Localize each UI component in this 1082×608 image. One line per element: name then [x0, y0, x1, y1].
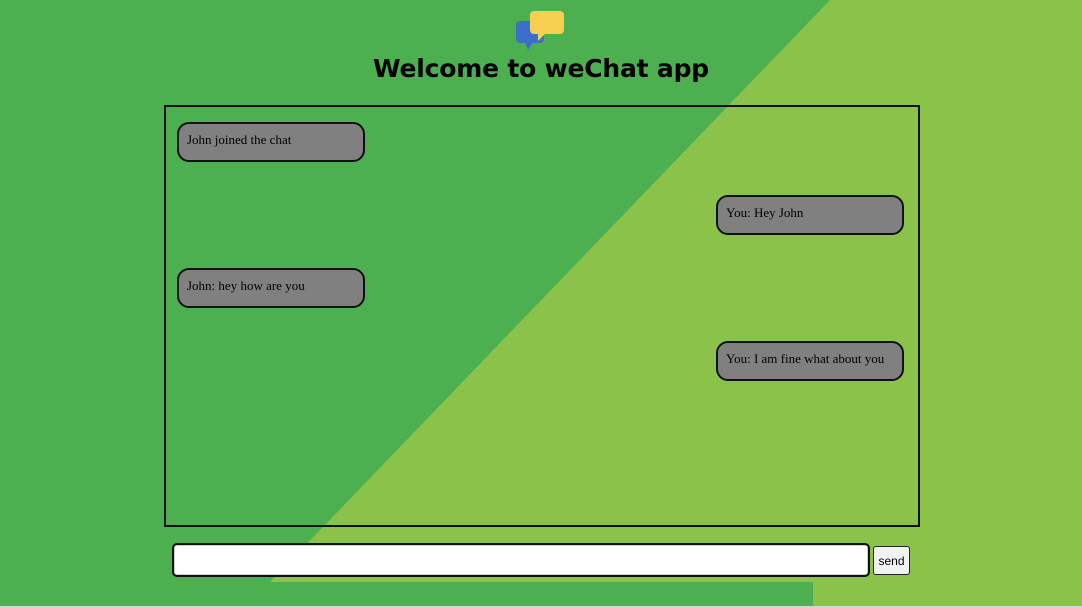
message-input[interactable]: [172, 543, 870, 577]
chat-message-left: John: hey how are you: [177, 268, 365, 308]
chat-message-right: You: I am fine what about you: [716, 341, 904, 381]
background-bottom-strip: [245, 582, 813, 608]
page-title: Welcome to weChat app: [373, 54, 709, 83]
header: Welcome to weChat app: [0, 8, 1082, 83]
chat-messages-panel[interactable]: John joined the chat You: Hey John John:…: [164, 105, 920, 527]
chat-message-left: John joined the chat: [177, 122, 365, 162]
chat-bubbles-icon: [515, 8, 567, 52]
send-button[interactable]: send: [873, 546, 910, 575]
chat-message-right: You: Hey John: [716, 195, 904, 235]
